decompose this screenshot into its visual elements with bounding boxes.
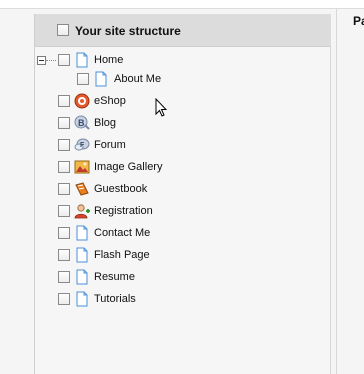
mouse-cursor-icon bbox=[155, 98, 167, 117]
tree-item-label: Resume bbox=[94, 271, 135, 283]
site-structure-title: Your site structure bbox=[75, 24, 181, 38]
image-gallery-icon bbox=[74, 160, 90, 174]
site-structure-header: Your site structure bbox=[35, 14, 331, 47]
tree-item-checkbox[interactable] bbox=[58, 249, 70, 261]
guestbook-icon bbox=[75, 182, 89, 196]
tree-item-label: Flash Page bbox=[94, 249, 150, 261]
tree-item-checkbox[interactable] bbox=[58, 117, 70, 129]
page-icon bbox=[95, 71, 107, 87]
tree-item-checkbox[interactable] bbox=[58, 183, 70, 195]
tree-item-eshop[interactable]: eShop bbox=[0, 92, 364, 112]
tree-item-label: Tutorials bbox=[94, 293, 136, 305]
tree-item-home[interactable]: Home bbox=[0, 51, 364, 71]
tree-item-label: Image Gallery bbox=[94, 161, 163, 173]
tree-item-checkbox[interactable] bbox=[58, 205, 70, 217]
tree-item-contact-me[interactable]: Contact Me bbox=[0, 224, 364, 244]
tree-item-label: eShop bbox=[94, 95, 126, 107]
tree-item-blog[interactable]: B Blog bbox=[0, 114, 364, 134]
tree-item-forum[interactable]: F Forum bbox=[0, 136, 364, 156]
tree-item-label: Forum bbox=[94, 139, 126, 151]
eshop-icon bbox=[74, 93, 90, 109]
tree-item-guestbook[interactable]: Guestbook bbox=[0, 180, 364, 200]
tree-item-label: Contact Me bbox=[94, 227, 151, 239]
top-toolbar-strip bbox=[0, 0, 364, 9]
svg-text:B: B bbox=[78, 118, 85, 128]
tree-item-checkbox[interactable] bbox=[58, 227, 70, 239]
tree-item-flash-page[interactable]: Flash Page bbox=[0, 246, 364, 266]
tree-item-checkbox[interactable] bbox=[58, 54, 70, 66]
page-icon bbox=[76, 269, 88, 285]
blog-icon: B bbox=[74, 115, 90, 130]
tree-item-checkbox[interactable] bbox=[58, 139, 70, 151]
tree-item-label: Guestbook bbox=[94, 183, 148, 195]
tree-item-tutorials[interactable]: Tutorials bbox=[0, 290, 364, 310]
tree-item-label: Home bbox=[94, 54, 124, 66]
tree-item-label: Blog bbox=[94, 117, 117, 129]
tree-item-checkbox[interactable] bbox=[77, 73, 89, 85]
registration-icon bbox=[74, 204, 90, 219]
tree-item-checkbox[interactable] bbox=[58, 161, 70, 173]
page-icon bbox=[76, 291, 88, 307]
tree-item-checkbox[interactable] bbox=[58, 293, 70, 305]
page-icon bbox=[76, 52, 88, 68]
page-icon bbox=[76, 247, 88, 263]
tree-item-image-gallery[interactable]: Image Gallery bbox=[0, 158, 364, 178]
tree-item-resume[interactable]: Resume bbox=[0, 268, 364, 288]
tree-item-label: Registration bbox=[94, 205, 153, 217]
tree-item-checkbox[interactable] bbox=[58, 271, 70, 283]
svg-text:F: F bbox=[80, 142, 85, 149]
select-all-checkbox[interactable] bbox=[57, 24, 69, 36]
page-icon bbox=[76, 225, 88, 241]
tree-item-registration[interactable]: Registration bbox=[0, 202, 364, 222]
tree-item-checkbox[interactable] bbox=[58, 95, 70, 107]
tree-item-about-me[interactable]: About Me bbox=[0, 70, 364, 90]
right-panel-title: Pa bbox=[353, 14, 364, 28]
forum-icon: F bbox=[74, 138, 90, 151]
tree-item-label: About Me bbox=[114, 73, 162, 85]
